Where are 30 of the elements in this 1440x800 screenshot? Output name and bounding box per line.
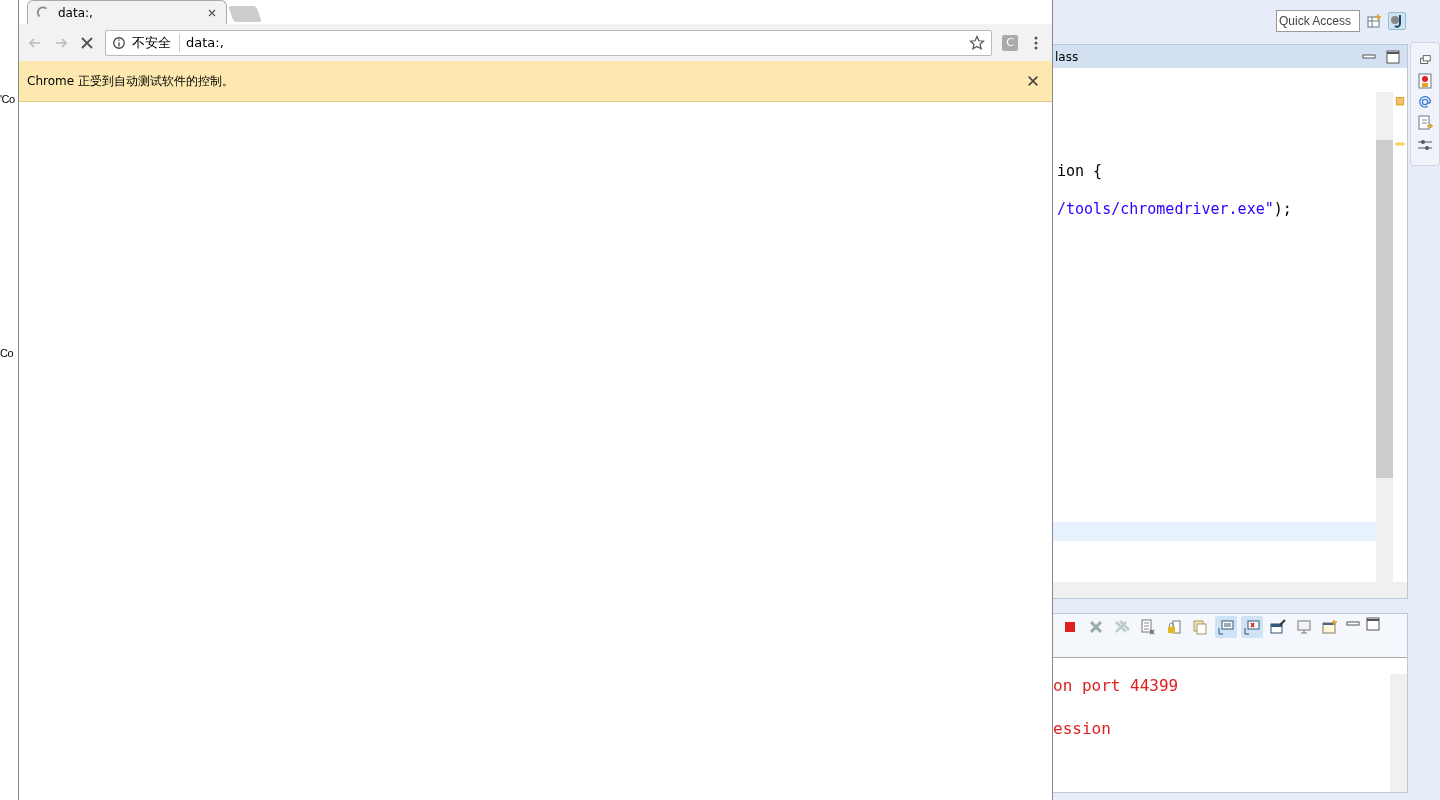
star-icon[interactable]	[969, 34, 985, 51]
infobar-message: Chrome 正受到自动测试软件的控制。	[27, 72, 235, 90]
scrollbar[interactable]	[1390, 674, 1407, 792]
stop-icon[interactable]	[79, 34, 95, 51]
code-line: /tools/chromedriver.exe");	[1056, 200, 1293, 218]
loading-spinner-icon	[36, 5, 50, 20]
label-fragment: Co	[0, 347, 15, 359]
at-sign-icon[interactable]	[1418, 95, 1432, 109]
code-line: ion {	[1056, 162, 1104, 180]
console-line: on port 44399	[1053, 676, 1180, 695]
perspective-icon[interactable]	[1366, 13, 1382, 29]
maximize-icon[interactable]	[1365, 616, 1381, 632]
address-bar[interactable]: 不安全 data:,	[105, 29, 992, 56]
info-icon[interactable]	[112, 35, 126, 50]
console-line: ession	[1053, 719, 1112, 738]
url-text: data:,	[186, 35, 225, 50]
label-fragment: 'Co	[0, 93, 16, 105]
quick-access-field[interactable]: Quick Access	[1276, 10, 1360, 32]
restore-icon[interactable]	[1418, 53, 1432, 67]
scrollbar[interactable]	[1376, 92, 1393, 582]
type-hierarchy-icon[interactable]	[1417, 73, 1433, 89]
warning-marker-icon[interactable]	[1394, 96, 1406, 108]
scrollbar-thumb[interactable]	[1376, 140, 1393, 478]
close-icon[interactable]	[1026, 74, 1040, 88]
security-label[interactable]: 不安全	[132, 33, 180, 52]
declaration-icon[interactable]	[1417, 115, 1433, 131]
browser-tab[interactable]: data:,	[27, 0, 227, 24]
horizontal-scrollbar[interactable]	[1053, 582, 1407, 598]
outline-icon[interactable]	[1417, 137, 1433, 153]
maximize-icon[interactable]	[1385, 48, 1401, 65]
